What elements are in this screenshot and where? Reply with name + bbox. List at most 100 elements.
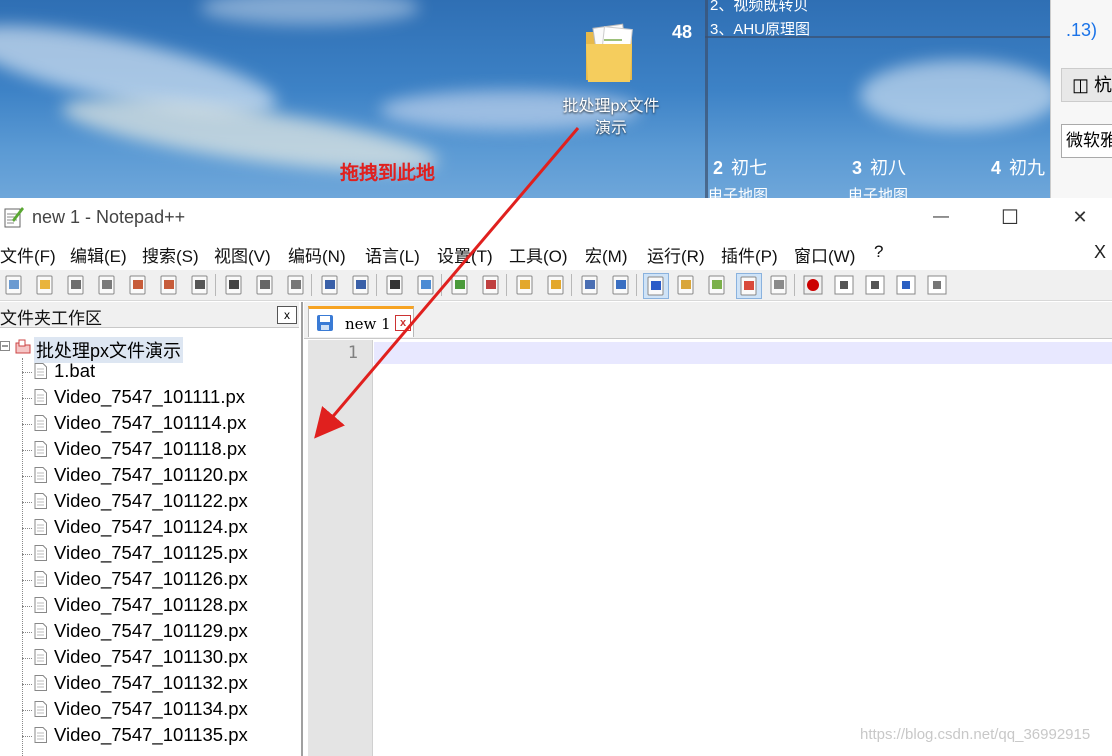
new-file-icon[interactable] (2, 273, 26, 297)
replace-icon[interactable] (414, 273, 438, 297)
zoom-in-icon[interactable] (448, 273, 472, 297)
file-name: Video_7547_101128.px (54, 594, 248, 615)
undo-icon[interactable] (318, 273, 342, 297)
stop-macro-icon[interactable] (832, 273, 856, 297)
copy-icon[interactable] (253, 273, 277, 297)
current-line-highlight (374, 342, 1112, 364)
cut-icon[interactable] (222, 273, 246, 297)
close-icon: ✕ (1072, 206, 1088, 227)
doc-map-icon[interactable] (674, 273, 698, 297)
maximize-button[interactable]: ☐ (987, 202, 1033, 232)
function-list-icon[interactable] (705, 273, 729, 297)
print-icon[interactable] (188, 273, 212, 297)
save-macro-icon[interactable] (925, 273, 949, 297)
menu-encoding[interactable]: 编码(N) (288, 242, 346, 267)
tree-connector (22, 684, 32, 685)
close-document-button[interactable]: X (1094, 242, 1106, 263)
close-window-button[interactable]: ✕ (1057, 202, 1103, 232)
panel-close-button[interactable]: x (277, 306, 297, 324)
file-tree-item[interactable]: Video_7547_101134.px (0, 697, 300, 723)
file-icon (34, 727, 47, 743)
tab-bar: new 1 x (304, 302, 1112, 339)
side-panel: .13) ◫ 杭 微软雅 (1050, 0, 1112, 200)
close-icon[interactable] (126, 273, 150, 297)
menu-plugins[interactable]: 插件(P) (721, 242, 778, 267)
toolbar-separator (215, 274, 216, 296)
file-tree-item[interactable]: Video_7547_101125.px (0, 541, 300, 567)
show-all-chars-icon[interactable] (609, 273, 633, 297)
editor-area[interactable]: 1 (308, 340, 1112, 756)
zoom-out-icon[interactable] (479, 273, 503, 297)
watermark: https://blog.csdn.net/qq_36992915 (860, 726, 1091, 743)
save-status-icon (317, 315, 333, 331)
play-macro-icon[interactable] (863, 273, 887, 297)
file-tree-item[interactable]: Video_7547_101129.px (0, 619, 300, 645)
desktop-folder-icon[interactable] (582, 18, 640, 88)
find-icon[interactable] (383, 273, 407, 297)
toolbar-separator (506, 274, 507, 296)
menu-search[interactable]: 搜索(S) (142, 242, 199, 267)
font-input[interactable]: 微软雅 (1061, 124, 1112, 158)
menu-language[interactable]: 语言(L) (365, 242, 420, 267)
desktop-folder-label[interactable]: 批处理px文件演示 (556, 96, 666, 140)
minimize-button[interactable]: — (918, 202, 964, 232)
menu-settings[interactable]: 设置(T) (437, 242, 493, 267)
toolbar-separator (571, 274, 572, 296)
collapse-icon[interactable] (0, 341, 12, 353)
file-name: Video_7547_101130.px (54, 646, 248, 667)
drag-hint-annotation: 拖拽到此地 (340, 162, 436, 184)
menu-file[interactable]: 文件(F) (0, 242, 56, 267)
file-tree-item[interactable]: Video_7547_101114.px (0, 411, 300, 437)
monitoring-icon[interactable] (767, 273, 791, 297)
close-all-icon[interactable] (157, 273, 181, 297)
file-name: Video_7547_101132.px (54, 672, 248, 693)
file-icon (34, 363, 47, 379)
file-name: Video_7547_101111.px (54, 386, 246, 407)
file-tree-item[interactable]: Video_7547_101126.px (0, 567, 300, 593)
folder-workspace-panel: 文件夹工作区 x 批处理px文件演示 1.bat Video_7547_10111… (0, 302, 303, 756)
menu-tools[interactable]: 工具(O) (509, 242, 568, 267)
toolbar-separator (636, 274, 637, 296)
toolbar-separator (311, 274, 312, 296)
widget-line-2: 3、AHU原理图 (710, 21, 811, 38)
menu-view[interactable]: 视图(V) (214, 242, 271, 267)
tab-close-button[interactable]: x (395, 315, 411, 331)
indent-guide-icon[interactable] (643, 273, 669, 299)
title-bar[interactable]: new 1 - Notepad++ — ☐ ✕ (0, 198, 1112, 236)
file-name: Video_7547_101129.px (54, 620, 248, 641)
sync-v-icon[interactable] (513, 273, 537, 297)
sync-h-icon[interactable] (544, 273, 568, 297)
file-tree-item[interactable]: Video_7547_101132.px (0, 671, 300, 697)
menu-macro[interactable]: 宏(M) (585, 242, 627, 267)
menu-help[interactable]: ? (874, 242, 883, 262)
paste-icon[interactable] (284, 273, 308, 297)
tree-connector (22, 450, 32, 451)
menu-run[interactable]: 运行(R) (647, 242, 705, 267)
open-file-icon[interactable] (33, 273, 57, 297)
record-macro-icon[interactable] (801, 273, 825, 297)
save-all-icon[interactable] (95, 273, 119, 297)
file-name: Video_7547_101118.px (54, 438, 247, 459)
file-tree-item[interactable]: Video_7547_101111.px (0, 385, 300, 411)
tab-new1[interactable]: new 1 x (308, 306, 414, 337)
redo-icon[interactable] (349, 273, 373, 297)
file-tree-item[interactable]: 1.bat (0, 359, 300, 385)
save-icon[interactable] (64, 273, 88, 297)
file-tree-item[interactable]: Video_7547_101120.px (0, 463, 300, 489)
panel-title: 文件夹工作区 (0, 309, 102, 328)
file-tree-item[interactable]: Video_7547_101135.px (0, 723, 300, 749)
file-tree-item[interactable]: Video_7547_101122.px (0, 489, 300, 515)
file-tree-item[interactable]: Video_7547_101128.px (0, 593, 300, 619)
run-macro-multiple-icon[interactable] (894, 273, 918, 297)
menu-window[interactable]: 窗口(W) (794, 242, 855, 267)
file-tree-item[interactable]: Video_7547_101130.px (0, 645, 300, 671)
file-tree-item[interactable]: Video_7547_101118.px (0, 437, 300, 463)
folder-workspace-icon[interactable] (736, 273, 762, 299)
menu-edit[interactable]: 编辑(E) (70, 242, 127, 267)
side-panel-button[interactable]: ◫ 杭 (1061, 68, 1112, 102)
file-name: Video_7547_101126.px (54, 568, 248, 589)
file-tree-item[interactable]: Video_7547_101124.px (0, 515, 300, 541)
word-wrap-icon[interactable] (578, 273, 602, 297)
desktop-background: 2、视频既转贝 3、AHU原理图 48 2 初七 3 初八 4 初九 电子地图 电子地… (0, 0, 1112, 200)
minimize-icon: — (933, 208, 949, 225)
